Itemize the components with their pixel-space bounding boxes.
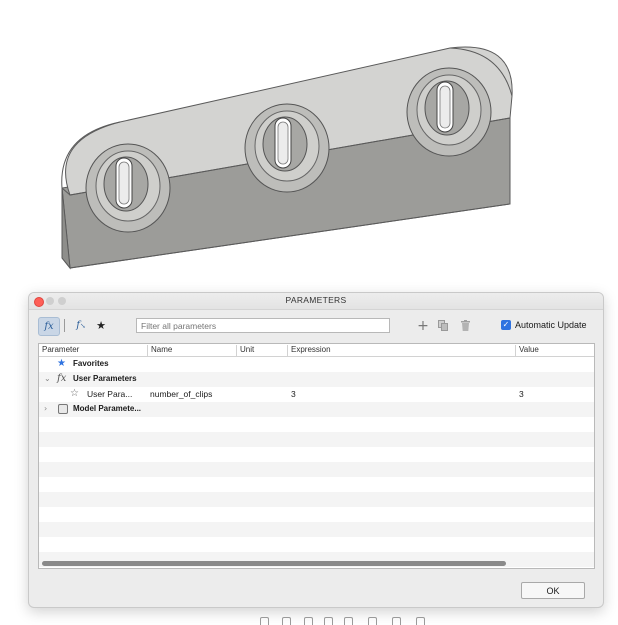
3d-viewport[interactable] [0, 0, 618, 290]
table-row-model-parameters[interactable]: › Model Paramete... [39, 402, 594, 417]
empty-row [39, 447, 594, 462]
copy-parameter-icon[interactable] [436, 318, 450, 333]
tool-icon[interactable] [282, 617, 291, 625]
column-header-unit[interactable]: Unit [236, 345, 287, 356]
empty-row [39, 507, 594, 522]
dialog-titlebar[interactable]: PARAMETERS [29, 293, 603, 310]
clip-hole-2 [244, 103, 330, 193]
column-header-name[interactable]: Name [147, 345, 236, 356]
table-row-number-of-clips[interactable]: ☆ User Para... number_of_clips 3 3 [39, 387, 594, 402]
filter-parameters-input[interactable] [136, 318, 390, 333]
fx-sub-mark: ↘ [79, 321, 86, 330]
column-header-expression[interactable]: Expression [287, 345, 515, 356]
horizontal-scrollbar[interactable] [42, 561, 506, 566]
ok-button[interactable]: OK [521, 582, 585, 599]
tool-icon[interactable] [392, 617, 401, 625]
clip-hole-3 [406, 67, 492, 157]
checkmark-icon: ✓ [501, 320, 511, 330]
clip-plate-model [61, 46, 513, 270]
table-rows: ★ Favorites ⌄ fx User Parameters ☆ User … [39, 357, 594, 567]
empty-row [39, 432, 594, 447]
parameter-expression-cell[interactable]: 3 [291, 389, 296, 399]
chevron-right-icon[interactable]: › [44, 404, 47, 413]
row-label: User Para... [87, 389, 133, 399]
fx-subscript-icon[interactable]: f ↘ [72, 317, 90, 334]
tool-icon[interactable] [260, 617, 269, 625]
table-row-favorites[interactable]: ★ Favorites [39, 357, 594, 372]
column-header-parameter[interactable]: Parameter [39, 345, 147, 356]
fx-icon[interactable]: fx [38, 317, 60, 336]
empty-row [39, 477, 594, 492]
dialog-title: PARAMETERS [285, 295, 347, 305]
parameter-name-cell[interactable]: number_of_clips [150, 389, 212, 399]
favorites-star-icon[interactable]: ★ [93, 317, 109, 334]
delete-parameter-icon[interactable] [458, 318, 472, 333]
tool-icon[interactable] [304, 617, 313, 625]
empty-row [39, 417, 594, 432]
parameter-value-cell: 3 [519, 389, 524, 399]
toolbar-separator [64, 319, 65, 332]
add-parameter-icon[interactable]: + [416, 318, 430, 334]
column-header-value[interactable]: Value [515, 345, 594, 356]
clip-hole-1 [85, 143, 171, 233]
chevron-down-icon[interactable]: ⌄ [44, 374, 51, 383]
row-label: User Parameters [73, 374, 137, 383]
bottom-navigation-toolbar [258, 617, 434, 625]
empty-row [39, 537, 594, 552]
parameters-dialog: PARAMETERS fx f↘ ★ + ✓ Automatic Update … [28, 292, 604, 608]
row-label: Favorites [73, 359, 109, 368]
empty-row [39, 522, 594, 537]
star-icon: ★ [57, 358, 66, 369]
parameters-toolbar: fx f↘ ★ + ✓ Automatic Update [29, 310, 603, 340]
empty-row [39, 492, 594, 507]
tool-icon[interactable] [368, 617, 377, 625]
fx-icon: fx [57, 373, 67, 384]
automatic-update-checkbox[interactable]: ✓ Automatic Update [501, 320, 587, 330]
star-outline-icon[interactable]: ☆ [70, 388, 79, 399]
table-row-user-parameters[interactable]: ⌄ fx User Parameters [39, 372, 594, 387]
parameters-table: Parameter Name Unit Expression Value ★ F… [38, 343, 595, 569]
tool-icon[interactable] [324, 617, 333, 625]
tool-icon[interactable] [416, 617, 425, 625]
tool-icon[interactable] [344, 617, 353, 625]
row-label: Model Paramete... [73, 404, 142, 413]
empty-row [39, 462, 594, 477]
table-header: Parameter Name Unit Expression Value [39, 344, 594, 357]
automatic-update-label: Automatic Update [515, 320, 587, 330]
model-icon [58, 404, 68, 414]
